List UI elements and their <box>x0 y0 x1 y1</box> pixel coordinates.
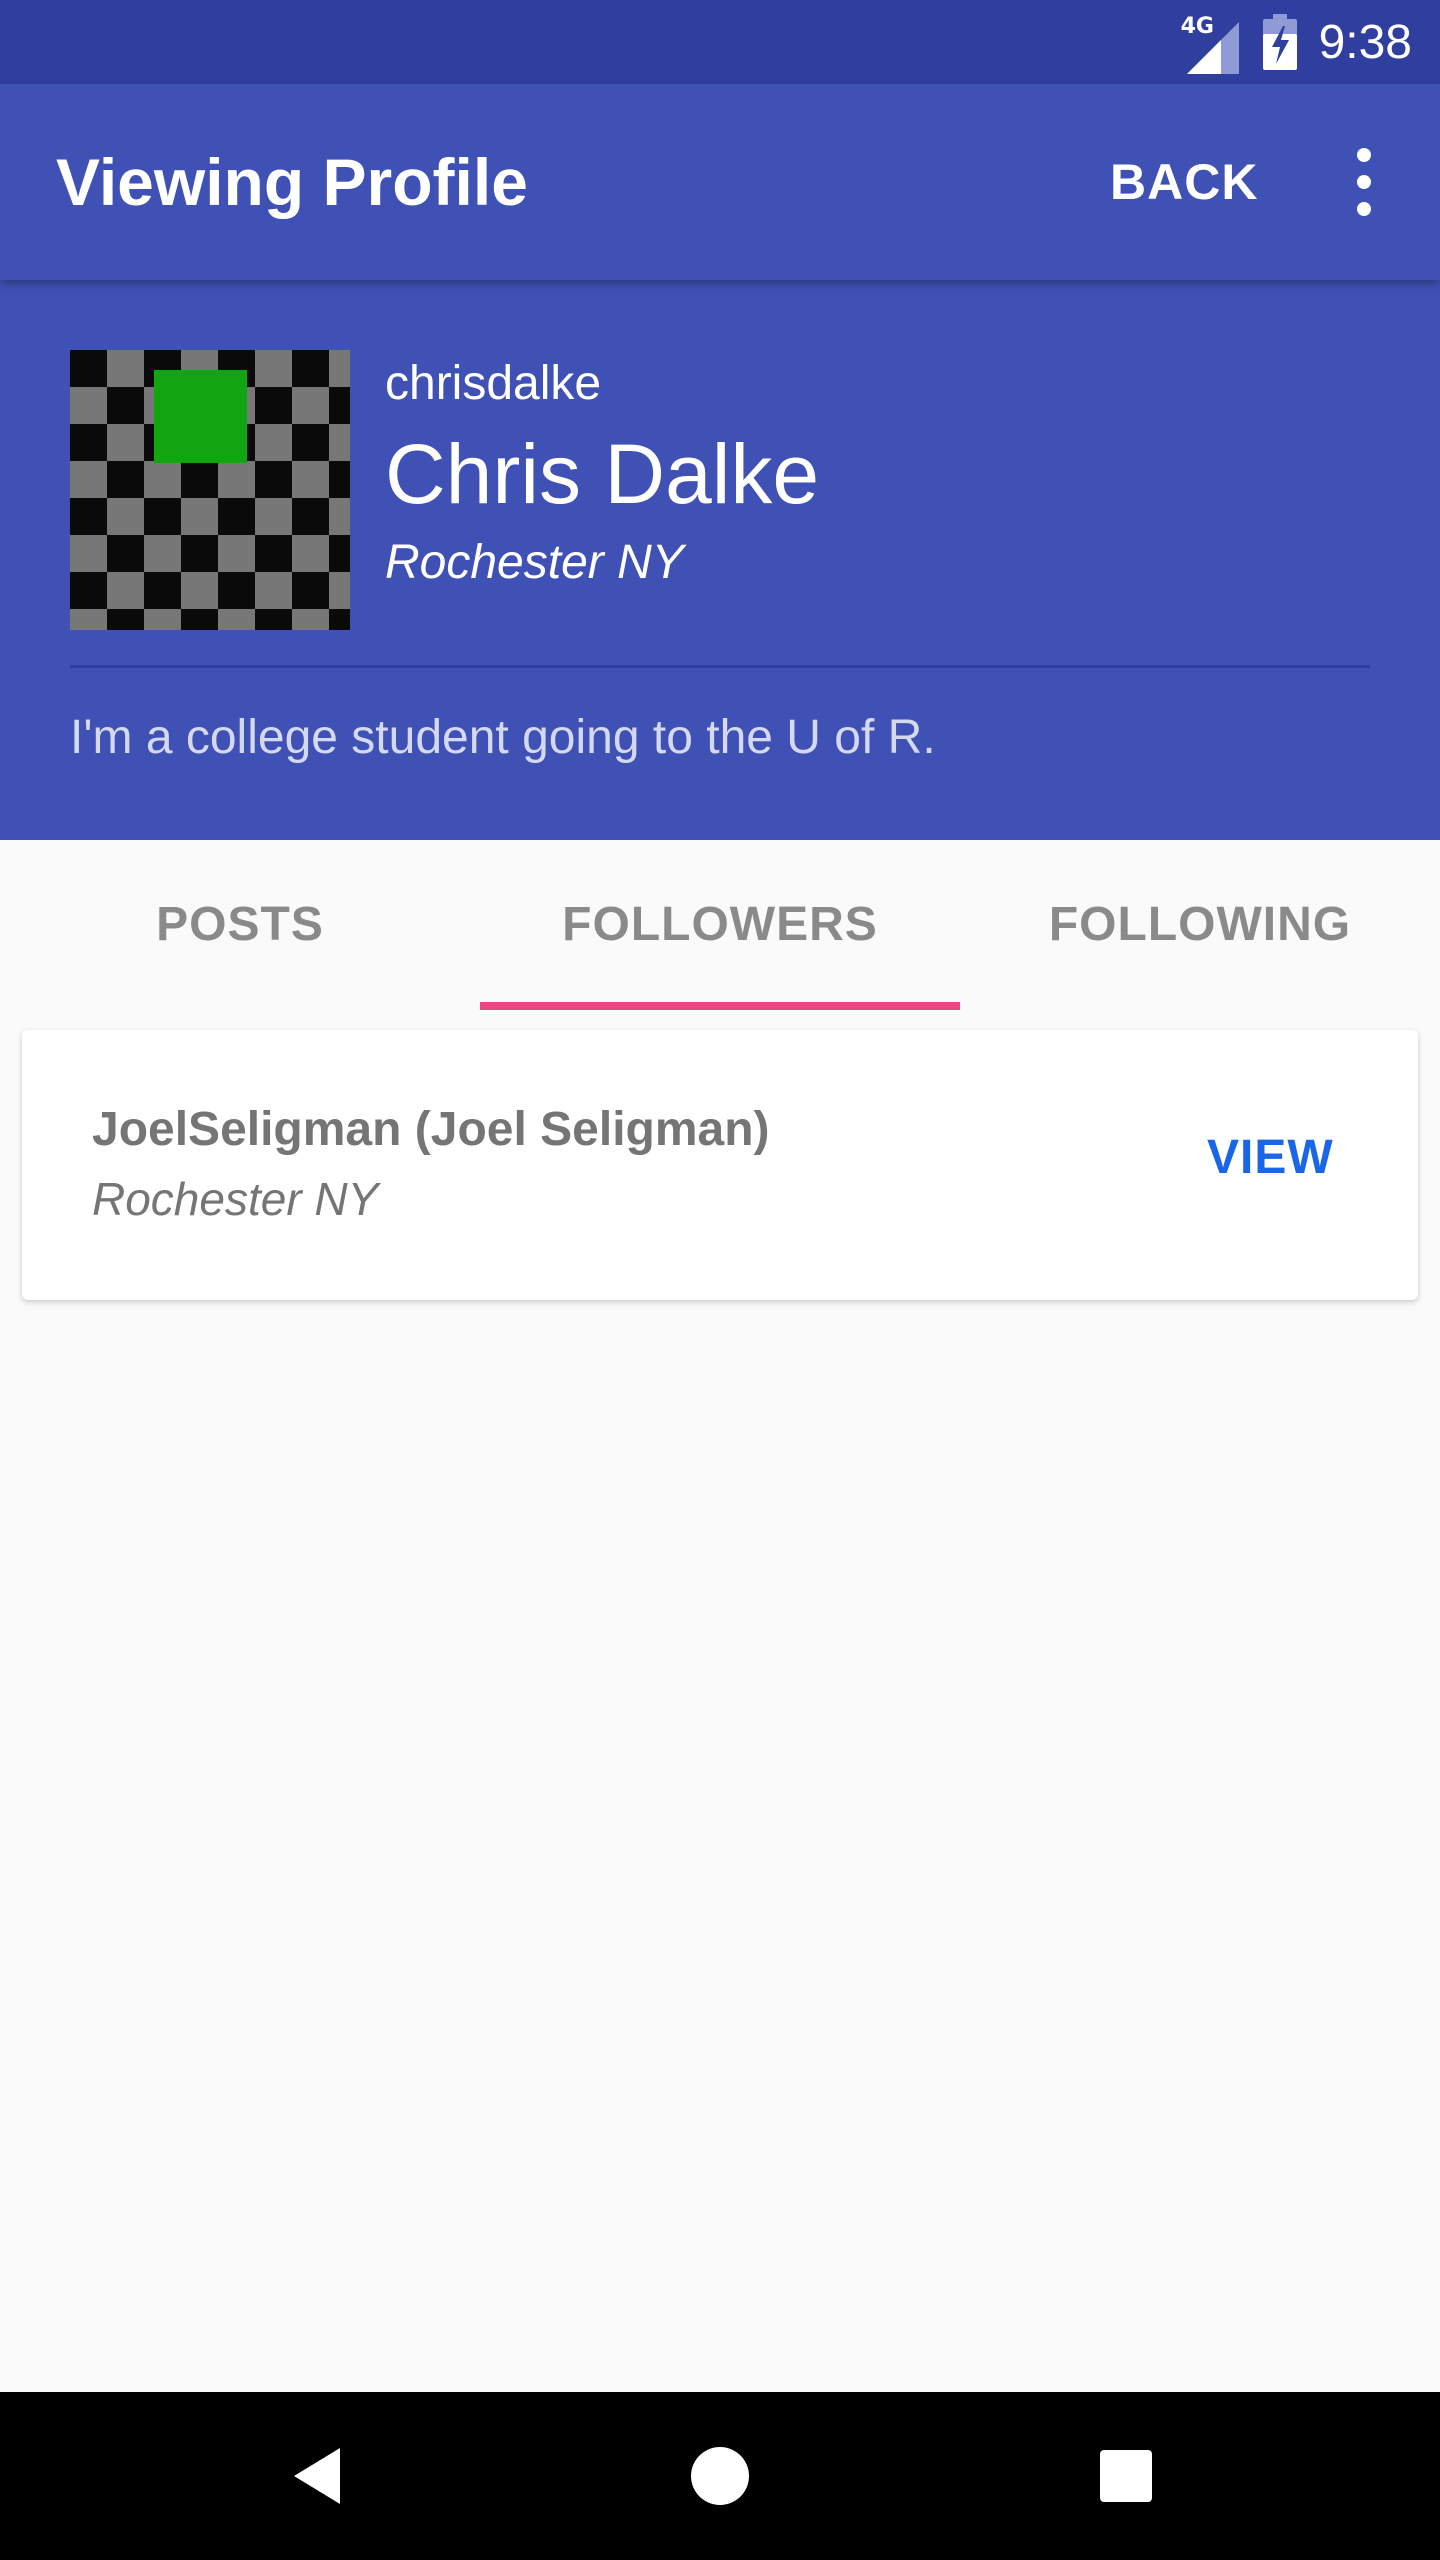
nav-back-icon[interactable] <box>290 2446 346 2506</box>
system-nav-bar <box>0 2392 1440 2560</box>
battery-charging-icon <box>1262 14 1297 70</box>
header-divider <box>70 665 1370 668</box>
overflow-dot <box>1357 175 1371 189</box>
cell-signal-icon: 4G <box>1181 14 1241 74</box>
profile-header: chrisdalke Chris Dalke Rochester NY I'm … <box>0 280 1440 840</box>
profile-full-name: Chris Dalke <box>385 427 820 521</box>
status-clock: 9:38 <box>1318 15 1412 69</box>
view-button[interactable]: VIEW <box>1207 1130 1334 1185</box>
list-item: JoelSeligman (Joel Seligman) Rochester N… <box>22 1030 1418 1300</box>
tab-posts[interactable]: POSTS <box>0 840 480 1010</box>
tab-followers[interactable]: FOLLOWERS <box>480 840 960 1010</box>
profile-location: Rochester NY <box>385 536 684 589</box>
avatar <box>70 350 350 630</box>
profile-tabs: POSTS FOLLOWERS FOLLOWING <box>0 840 1440 1010</box>
app-bar: Viewing Profile BACK <box>0 84 1440 280</box>
tab-following[interactable]: FOLLOWING <box>960 840 1440 1010</box>
follower-name: JoelSeligman (Joel Seligman) <box>92 1103 770 1156</box>
overflow-dot <box>1357 148 1371 162</box>
profile-username: chrisdalke <box>385 357 602 410</box>
status-icons: 4G 9:38 <box>1181 0 1412 84</box>
nav-recents-icon[interactable] <box>1098 2448 1154 2504</box>
follower-location: Rochester NY <box>92 1173 379 1225</box>
profile-bio: I'm a college student going to the U of … <box>70 711 936 764</box>
status-bar: 4G 9:38 <box>0 0 1440 84</box>
tab-indicator <box>480 1002 960 1010</box>
more-vert-icon[interactable] <box>1334 144 1394 220</box>
nav-home-icon[interactable] <box>690 2446 750 2506</box>
overflow-dot <box>1357 202 1371 216</box>
page-title: Viewing Profile <box>56 145 528 219</box>
back-button[interactable]: BACK <box>1110 84 1258 280</box>
